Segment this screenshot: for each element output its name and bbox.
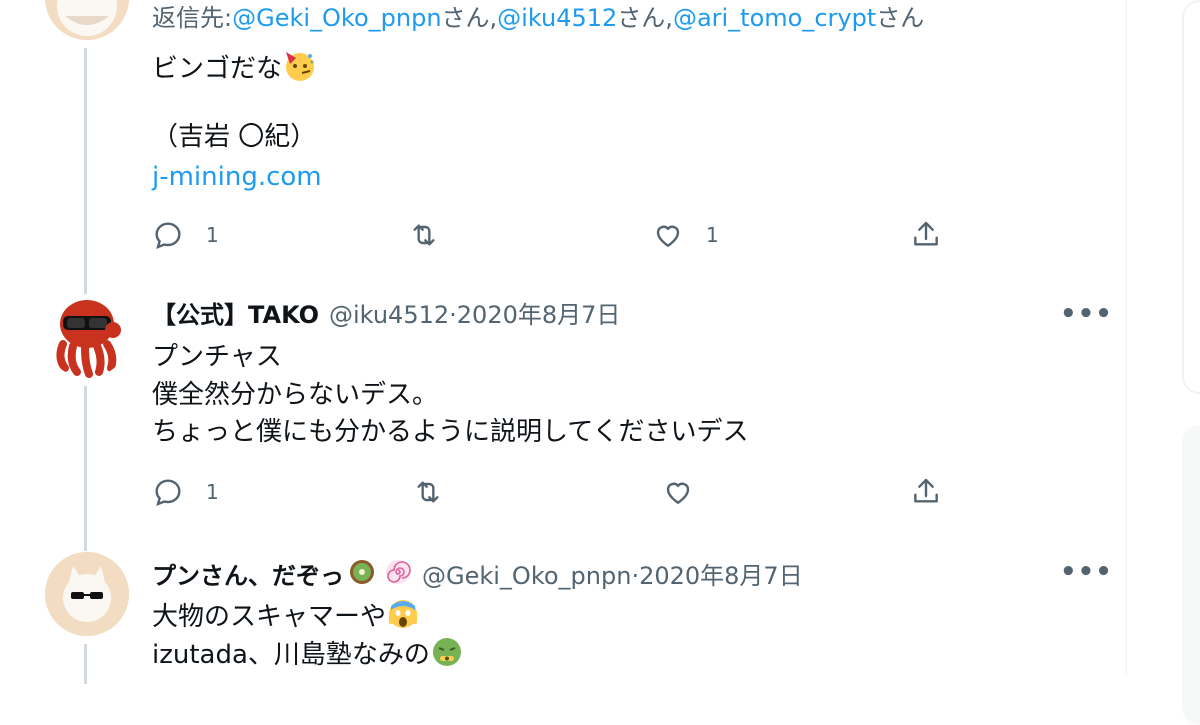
heart-icon <box>656 225 680 248</box>
tweet-header: 【公式】TAKO @iku4512 · 2020年8月7日 <box>152 300 620 330</box>
timestamp[interactable]: 2020年8月7日 <box>639 561 803 591</box>
tweet-header: プンさん、だぞっ @Geki_Oko_pnpn · 2020年8月7日 <box>152 558 803 593</box>
thread-line <box>84 48 87 298</box>
tweet-text: ビンゴだな <box>152 54 283 84</box>
display-name[interactable]: 【公式】TAKO <box>152 300 319 330</box>
timeline: 返信先: @Geki_Oko_pnpn さん, @iku4512 さん, @ar… <box>0 0 1127 684</box>
reply-icon <box>155 479 181 507</box>
reply-count: 1 <box>206 480 219 504</box>
tweet-text: izutada、川島塾なみの <box>152 640 430 670</box>
share-button[interactable] <box>910 215 942 255</box>
retweet-icon <box>417 481 439 503</box>
reply-button[interactable]: 1 <box>152 215 219 255</box>
mention-suffix: さん <box>876 4 925 32</box>
tweet-text-line: 僕全然分からないデス。 <box>152 380 439 410</box>
timestamp[interactable]: 2020年8月7日 <box>457 300 621 330</box>
retweet-icon <box>413 224 435 246</box>
mention-suffix: さん, <box>441 4 498 32</box>
avatar[interactable] <box>45 294 129 378</box>
mention-link[interactable]: @ari_tomo_crypt <box>673 3 876 33</box>
handle[interactable]: @iku4512 <box>329 300 449 330</box>
tweet-link[interactable]: j-mining.com <box>152 160 322 194</box>
mention-suffix: さん, <box>617 4 673 32</box>
more-options-button[interactable]: ••• <box>1060 301 1113 327</box>
tweet-text-line: izutada、川島塾なみの <box>152 634 464 677</box>
retweet-button[interactable] <box>408 215 440 255</box>
tweet-2[interactable]: 【公式】TAKO @iku4512 · 2020年8月7日 ••• プンチャス … <box>0 282 1126 551</box>
more-options-button[interactable]: ••• <box>1060 559 1113 585</box>
separator: · <box>449 301 457 329</box>
partying-face-emoji-icon <box>282 48 316 91</box>
tweet-1[interactable]: 返信先: @Geki_Oko_pnpn さん, @iku4512 さん, @ar… <box>0 0 1126 298</box>
avatar[interactable] <box>45 0 129 40</box>
tweet-actions: 1 1 <box>152 215 952 255</box>
like-button[interactable]: 1 <box>652 215 719 255</box>
handle[interactable]: @Geki_Oko_pnpn <box>422 561 631 591</box>
like-button[interactable] <box>662 472 694 512</box>
tweet-actions: 1 <box>152 472 952 512</box>
mention-link[interactable]: @Geki_Oko_pnpn <box>232 3 441 33</box>
tweet-3[interactable]: プンさん、だぞっ @Geki_Oko_pnpn · 2020年8月7日 ••• <box>0 540 1126 684</box>
like-count: 1 <box>706 223 719 247</box>
share-icon <box>914 221 938 246</box>
reply-button[interactable]: 1 <box>152 472 219 512</box>
reply-icon <box>155 222 181 250</box>
tweet-text-line: （吉岩 〇紀） <box>152 122 317 152</box>
tweet-text-line: 大物のスキャマーや <box>152 596 420 639</box>
octopus-avatar-icon <box>56 300 121 378</box>
tweet-text-line: ビンゴだな <box>152 48 316 91</box>
thread-line <box>84 644 87 684</box>
kiwi-emoji-icon <box>348 558 376 593</box>
display-name[interactable]: プンさん、だぞっ <box>152 561 344 591</box>
tweet-text-line: プンチャス <box>152 342 282 372</box>
nauseated-face-emoji-icon <box>430 634 464 677</box>
reply-to-line: 返信先: @Geki_Oko_pnpn さん, @iku4512 さん, @ar… <box>152 3 924 33</box>
heart-icon <box>666 482 690 505</box>
retweet-button[interactable] <box>412 472 444 512</box>
mention-link[interactable]: @iku4512 <box>497 3 617 33</box>
share-icon <box>914 478 938 503</box>
screaming-face-emoji-icon <box>386 596 420 639</box>
reply-count: 1 <box>206 223 219 247</box>
share-button[interactable] <box>910 472 942 512</box>
thread-line <box>84 386 87 551</box>
sidebar-panel <box>1182 425 1200 725</box>
cat-sunglasses-avatar-icon <box>45 552 129 636</box>
tweet-text: 大物のスキャマーや <box>152 602 387 632</box>
sidebar-card <box>1182 0 1200 394</box>
separator: · <box>631 561 640 590</box>
spiral-candy-emoji-icon <box>384 558 412 593</box>
reply-prefix: 返信先: <box>152 4 233 32</box>
cat-avatar-icon <box>45 0 129 40</box>
tweet-text-line: ちょっと僕にも分かるように説明してくださいデス <box>152 417 749 447</box>
avatar[interactable] <box>45 552 129 636</box>
